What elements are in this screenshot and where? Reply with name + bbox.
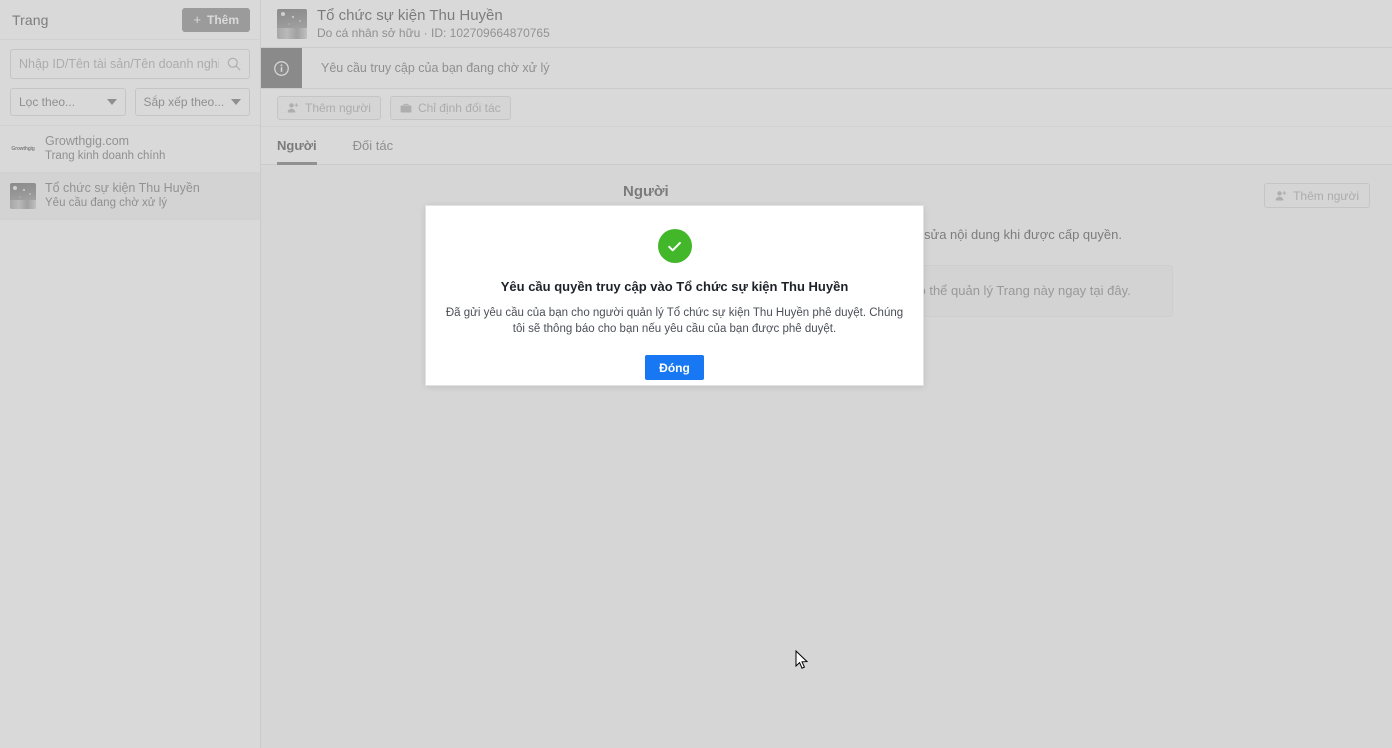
list-item-text: Tổ chức sự kiện Thu Huyền Yêu cầu đang c… (45, 181, 200, 211)
tab-nguoi-label: Người (277, 138, 317, 153)
success-check-icon (657, 229, 692, 263)
sidebar-filters: Lọc theo... Sắp xếp theo... (0, 40, 260, 126)
tab-nguoi[interactable]: Người (277, 127, 331, 165)
assign-partner-button[interactable]: Chỉ định đối tác (389, 95, 511, 120)
sidebar: Trang + Thêm Lọc theo... (0, 0, 261, 748)
sort-dropdown[interactable]: Sắp xếp theo... (134, 88, 250, 116)
check-glyph (668, 241, 681, 251)
sidebar-header: Trang + Thêm (0, 0, 260, 40)
request-sent-dialog: Yêu cầu quyền truy cập vào Tổ chức sự ki… (425, 205, 924, 386)
list-item-growthgig[interactable]: Growthgig Growthgig.com Trang kinh doanh… (0, 126, 260, 173)
add-page-label: Thêm (206, 12, 239, 27)
list-item-subtitle: Yêu cầu đang chờ xử lý (45, 197, 168, 209)
app-root: Trang + Thêm Lọc theo... (0, 0, 1392, 748)
sort-dropdown-label: Sắp xếp theo... (143, 95, 225, 109)
list-item-name[interactable]: Tổ chức sự kiện Thu Huyền (45, 181, 200, 196)
list-item-text: Growthgig.com Trang kinh doanh chính (45, 134, 165, 164)
info-icon (261, 48, 302, 88)
modal-title: Yêu cầu quyền truy cập vào Tổ chức sự ki… (500, 279, 849, 294)
panel-add-person-label: Thêm người (1293, 188, 1359, 203)
briefcase-icon (400, 103, 412, 112)
modal-description: Đã gửi yêu cầu của bạn cho người quản lý… (445, 307, 904, 335)
add-person-icon (1275, 190, 1287, 200)
filter-dropdown[interactable]: Lọc theo... (10, 88, 126, 116)
page-avatar (277, 8, 307, 39)
sidebar-title: Trang (12, 11, 49, 28)
close-button[interactable]: Đóng (645, 355, 704, 380)
page-thumbnail-icon (10, 183, 36, 209)
add-page-button[interactable]: + Thêm (182, 7, 250, 32)
page-header-text: Tổ chức sự kiện Thu Huyền Do cá nhân sở … (317, 6, 550, 41)
panel-add-person-button[interactable]: Thêm người (1264, 183, 1370, 208)
tab-doi-tac[interactable]: Đối tác (353, 127, 407, 164)
sidebar-dropdown-row: Lọc theo... Sắp xếp theo... (10, 88, 250, 116)
list-item-subtitle: Trang kinh doanh chính (45, 150, 166, 162)
meta-separator: · (423, 26, 428, 40)
section-title: Người (623, 183, 669, 200)
chevron-down-icon (231, 99, 241, 105)
filter-dropdown-label: Lọc theo... (19, 95, 76, 109)
add-person-label: Thêm người (305, 100, 371, 115)
assign-partner-label: Chỉ định đối tác (417, 100, 501, 115)
search-box[interactable] (10, 49, 250, 79)
pending-banner: Yêu cầu truy cập của bạn đang chờ xử lý (261, 48, 1392, 89)
add-person-icon (287, 102, 299, 112)
search-input[interactable] (11, 50, 249, 78)
list-item-to-chuc-su-kien-thu-huyen[interactable]: Tổ chức sự kiện Thu Huyền Yêu cầu đang c… (0, 173, 260, 220)
page-id-link[interactable]: 102709664870765 (450, 26, 550, 40)
owner-text: Do cá nhân sở hữu (317, 26, 421, 40)
tab-bar: Người Đối tác (261, 127, 1392, 165)
page-header: Tổ chức sự kiện Thu Huyền Do cá nhân sở … (261, 0, 1392, 48)
page-thumbnail-icon: Growthgig (10, 136, 36, 162)
action-toolbar: Thêm người Chỉ định đối tác (261, 89, 1392, 127)
id-label: ID: (430, 26, 447, 40)
banner-text: Yêu cầu truy cập của bạn đang chờ xử lý (321, 61, 550, 75)
page-meta: Do cá nhân sở hữu · ID: 102709664870765 (317, 25, 550, 41)
plus-icon: + (193, 12, 201, 27)
thumbnail-text: Growthgig (11, 146, 35, 152)
page-list: Growthgig Growthgig.com Trang kinh doanh… (0, 126, 260, 748)
tab-doi-tac-label: Đối tác (352, 138, 394, 153)
info-icon-glyph (274, 60, 289, 76)
chevron-down-icon (106, 99, 117, 105)
page-title: Tổ chức sự kiện Thu Huyền (317, 7, 503, 24)
add-person-button[interactable]: Thêm người (277, 95, 381, 120)
list-item-name[interactable]: Growthgig.com (45, 134, 165, 149)
